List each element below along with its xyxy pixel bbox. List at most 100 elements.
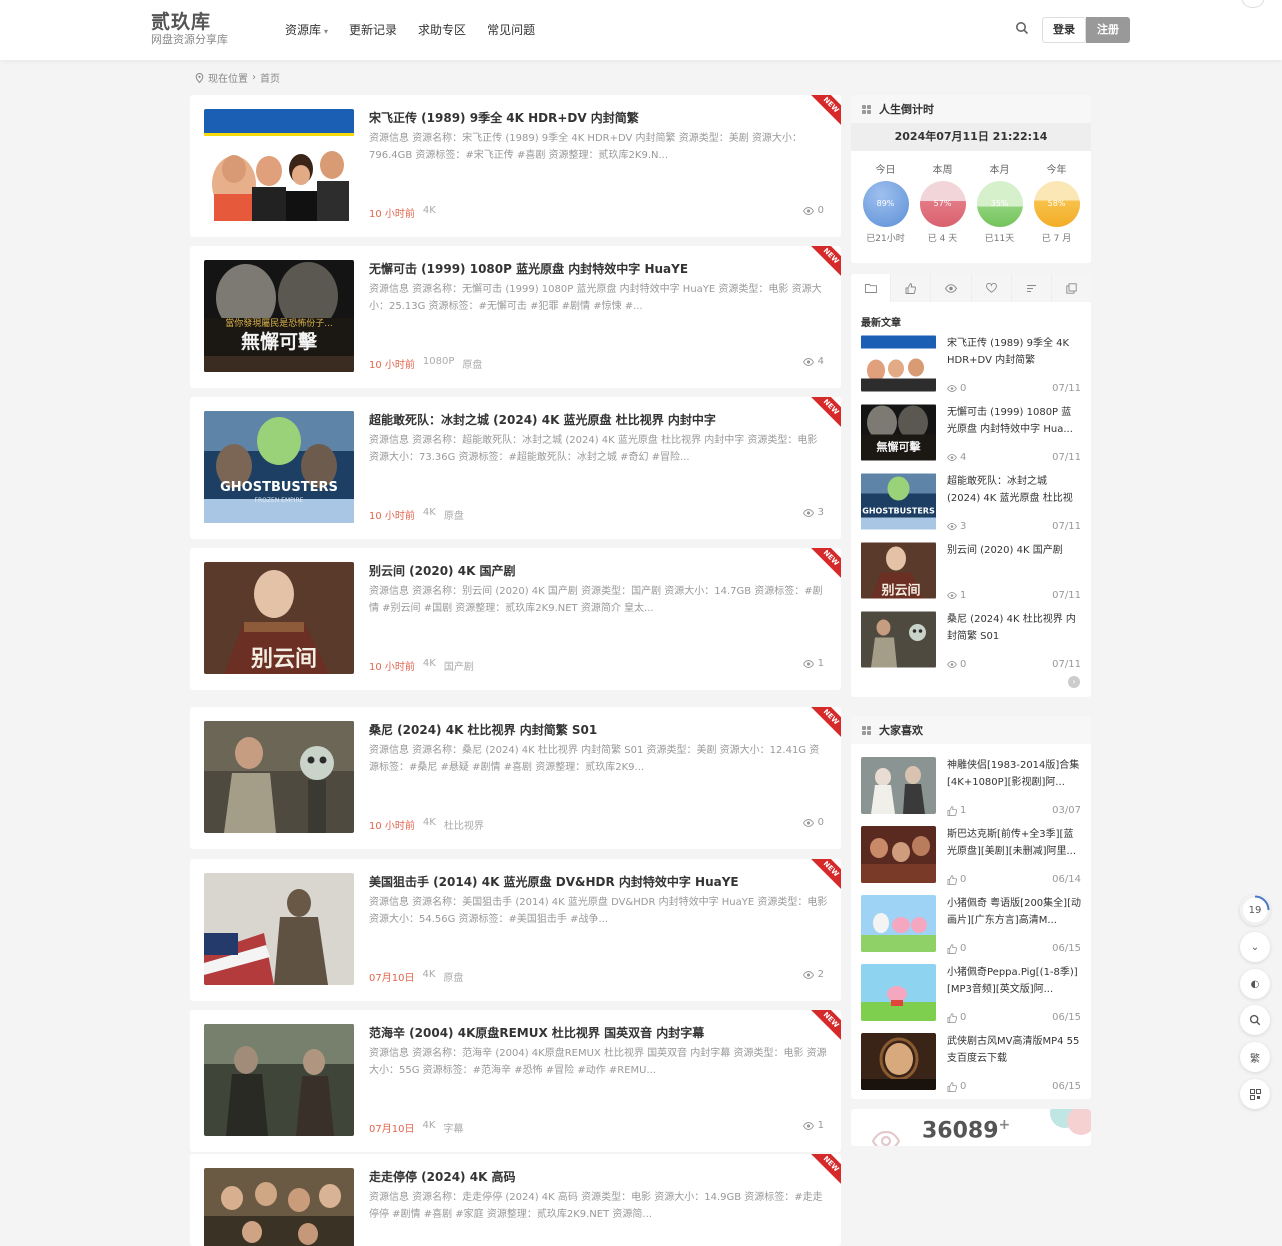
post-thumbnail[interactable]	[204, 1168, 354, 1246]
post-tag[interactable]: 国产剧	[444, 658, 474, 673]
latest-thumbnail[interactable]: GHOSTBUSTERS	[861, 473, 936, 530]
post-card[interactable]: 當你發現屬民是恐怖份子... 無懈可擊 无懈可击 (1999) 1080P 蓝光原…	[190, 246, 841, 388]
post-title[interactable]: 范海辛 (2004) 4K原盘REMUX 杜比视界 国英双音 内封字幕	[369, 1024, 704, 1041]
corner-button[interactable]	[1242, 0, 1264, 8]
new-ribbon: NEW	[808, 1010, 841, 1043]
popular-title[interactable]: 武侠剧古风MV高清版MP4 55支百度云下载	[947, 1033, 1081, 1067]
latest-views: 0	[947, 383, 966, 394]
post-meta: 10 小时前 1080P 原盘	[369, 356, 482, 371]
poster-title: 别云间	[250, 646, 317, 672]
post-thumbnail[interactable]: 當你發現屬民是恐怖份子... 無懈可擊	[204, 260, 354, 372]
post-views: 4	[802, 356, 824, 367]
post-tag[interactable]: 原盘	[462, 356, 482, 371]
popular-item[interactable]: 小猪佩奇 粤语版[200集全][动画片][广东方言]高清M... 0 06/15	[861, 895, 1081, 954]
latest-item[interactable]: 宋飞正传 (1989) 9季全 4K HDR+DV 内封简繁 0 07/11	[861, 335, 1081, 394]
post-title[interactable]: 超能敢死队：冰封之城 (2024) 4K 蓝光原盘 杜比视界 内封中字	[369, 411, 716, 428]
popular-item[interactable]: 武侠剧古风MV高清版MP4 55支百度云下载 0 06/15	[861, 1033, 1081, 1092]
post-tag[interactable]: 4K	[423, 658, 436, 673]
tab-favorites[interactable]	[972, 274, 1012, 302]
site-logo[interactable]: 贰玖库 网盘资源分享库	[151, 11, 228, 47]
post-card[interactable]: GHOSTBUSTERS FROZEN EMPIRE 超能敢死队：冰封之城 (20…	[190, 397, 841, 539]
post-tag[interactable]: 4K	[422, 969, 435, 984]
popular-thumbnail[interactable]	[861, 1033, 936, 1090]
login-button[interactable]: 登录	[1042, 17, 1086, 43]
latest-thumbnail[interactable]: 無懈可擊	[861, 404, 936, 461]
popular-title[interactable]: 神雕侠侣[1983-2014版]合集[4K+1080P][影视剧]阿...	[947, 757, 1081, 791]
reading-progress[interactable]: 19	[1240, 895, 1270, 925]
nav-item-faq[interactable]: 常见问题	[487, 21, 535, 38]
popular-thumbnail[interactable]	[861, 757, 936, 814]
latest-title[interactable]: 宋飞正传 (1989) 9季全 4K HDR+DV 内封简繁	[947, 335, 1081, 369]
post-title[interactable]: 别云间 (2020) 4K 国产剧	[369, 562, 516, 579]
breadcrumb-home[interactable]: 首页	[260, 70, 280, 85]
post-thumbnail[interactable]: 别云间	[204, 562, 354, 674]
popular-title[interactable]: 小猪佩奇Peppa.Pig[(1-8季)][MP3音频][英文版]阿...	[947, 964, 1081, 998]
tab-random[interactable]	[1052, 274, 1091, 302]
latest-title[interactable]: 超能敢死队：冰封之城 (2024) 4K 蓝光原盘 杜比视界 ...	[947, 473, 1081, 507]
popular-thumbnail[interactable]	[861, 964, 936, 1021]
popular-item[interactable]: 斯巴达克斯[前传+全3季][蓝光原盘][美剧][未删减]阿里... 0 06/14	[861, 826, 1081, 885]
latest-title[interactable]: 别云间 (2020) 4K 国产剧	[947, 542, 1081, 576]
post-tag[interactable]: 杜比视界	[444, 817, 484, 832]
nav-item-resources[interactable]: 资源库 ▾	[285, 21, 328, 38]
widget-header: 人生倒计时	[851, 95, 1091, 123]
latest-thumbnail[interactable]	[861, 611, 936, 668]
post-card[interactable]: 走走停停 (2024) 4K 高码 资源信息 资源名称：走走停停 (2024) …	[190, 1154, 841, 1246]
popular-thumbnail[interactable]	[861, 895, 936, 952]
latest-thumbnail[interactable]	[861, 335, 936, 392]
post-tag[interactable]: 4K	[422, 1120, 435, 1135]
popular-title[interactable]: 斯巴达克斯[前传+全3季][蓝光原盘][美剧][未删减]阿里...	[947, 826, 1081, 860]
latest-title[interactable]: 桑尼 (2024) 4K 杜比视界 内封简繁 S01	[947, 611, 1081, 645]
theme-toggle-button[interactable]: ◐	[1240, 969, 1270, 999]
latest-item[interactable]: 無懈可擊 无懈可击 (1999) 1080P 蓝光原盘 内封特效中字 Hua..…	[861, 404, 1081, 463]
post-thumbnail[interactable]	[204, 1024, 354, 1136]
popular-title[interactable]: 小猪佩奇 粤语版[200集全][动画片][广东方言]高清M...	[947, 895, 1081, 929]
scroll-down-button[interactable]: ⌄	[1240, 932, 1270, 962]
popular-item[interactable]: 小猪佩奇Peppa.Pig[(1-8季)][MP3音频][英文版]阿... 00…	[861, 964, 1081, 1023]
site-header: 贰玖库 网盘资源分享库 资源库 ▾ 更新记录 求助专区 常见问题 登录 注册	[0, 0, 1282, 60]
register-button[interactable]: 注册	[1086, 17, 1130, 43]
post-card[interactable]: 范海辛 (2004) 4K原盘REMUX 杜比视界 国英双音 内封字幕 资源信息…	[190, 1010, 841, 1152]
latest-title[interactable]: 无懈可击 (1999) 1080P 蓝光原盘 内封特效中字 Hua...	[947, 404, 1081, 438]
post-thumbnail[interactable]	[204, 873, 354, 985]
post-thumbnail[interactable]: GHOSTBUSTERS FROZEN EMPIRE	[204, 411, 354, 523]
tab-comments[interactable]	[1012, 274, 1052, 302]
post-tag[interactable]: 4K	[423, 205, 436, 220]
tab-latest[interactable]	[851, 274, 892, 302]
popular-thumbnail[interactable]	[861, 826, 936, 883]
post-title[interactable]: 宋飞正传 (1989) 9季全 4K HDR+DV 内封简繁	[369, 109, 639, 126]
latest-item[interactable]: 桑尼 (2024) 4K 杜比视界 内封简繁 S01 0 07/11	[861, 611, 1081, 670]
popular-meta: 0 06/15	[947, 1012, 1081, 1023]
tab-likes[interactable]	[891, 274, 932, 302]
latest-item[interactable]: 别云间 别云间 (2020) 4K 国产剧 1 07/11	[861, 542, 1081, 601]
post-card[interactable]: 宋飞正传 (1989) 9季全 4K HDR+DV 内封简繁 资源信息 资源名称…	[190, 95, 841, 237]
post-title[interactable]: 桑尼 (2024) 4K 杜比视界 内封简繁 S01	[369, 721, 597, 738]
post-tag[interactable]: 4K	[423, 817, 436, 832]
lang-toggle-button[interactable]: 繁	[1240, 1042, 1270, 1072]
post-tag[interactable]: 字幕	[443, 1120, 463, 1135]
post-tag[interactable]: 原盘	[443, 969, 463, 984]
refresh-icon[interactable]: ›	[1068, 676, 1080, 688]
post-tag[interactable]: 4K	[423, 507, 436, 522]
nav-item-updates[interactable]: 更新记录	[349, 21, 397, 38]
post-thumbnail[interactable]	[204, 109, 354, 221]
post-title[interactable]: 美国狙击手 (2014) 4K 蓝光原盘 DV&HDR 内封特效中字 HuaYE	[369, 873, 739, 890]
post-title[interactable]: 走走停停 (2024) 4K 高码	[369, 1168, 516, 1185]
post-card[interactable]: 美国狙击手 (2014) 4K 蓝光原盘 DV&HDR 内封特效中字 HuaYE…	[190, 859, 841, 1001]
qrcode-button[interactable]	[1240, 1079, 1270, 1109]
search-button[interactable]	[1240, 1005, 1270, 1035]
popular-item[interactable]: 神雕侠侣[1983-2014版]合集[4K+1080P][影视剧]阿... 1 0…	[861, 757, 1081, 816]
post-tag[interactable]: 原盘	[444, 507, 464, 522]
search-icon[interactable]	[1015, 21, 1029, 35]
tab-views[interactable]	[931, 274, 972, 302]
post-thumbnail[interactable]	[204, 721, 354, 833]
nav-item-help[interactable]: 求助专区	[418, 21, 466, 38]
post-tag[interactable]: 1080P	[423, 356, 454, 371]
latest-thumbnail[interactable]: 别云间	[861, 542, 936, 599]
post-card[interactable]: 桑尼 (2024) 4K 杜比视界 内封简繁 S01 资源信息 资源名称：桑尼 …	[190, 707, 841, 849]
view-count: 3	[960, 521, 967, 532]
post-card[interactable]: 别云间 别云间 (2020) 4K 国产剧 资源信息 资源名称：别云间 (202…	[190, 548, 841, 690]
countdown-label: 今年	[1046, 165, 1067, 176]
latest-item[interactable]: GHOSTBUSTERS 超能敢死队：冰封之城 (2024) 4K 蓝光原盘 杜…	[861, 473, 1081, 532]
post-title[interactable]: 无懈可击 (1999) 1080P 蓝光原盘 内封特效中字 HuaYE	[369, 260, 688, 277]
